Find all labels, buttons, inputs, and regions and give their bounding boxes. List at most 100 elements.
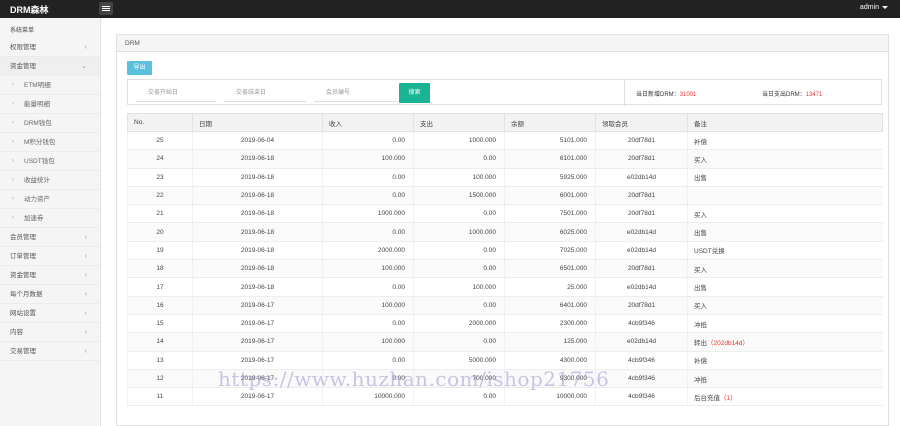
chevron-right-icon: ›	[12, 177, 14, 183]
cell-note: 出售	[687, 277, 883, 297]
sidebar-item[interactable]: › USDT钱包	[0, 152, 100, 171]
end-date-input[interactable]: 交易结束日	[224, 84, 306, 102]
chevron-down-icon: ⌄	[81, 63, 87, 70]
sidebar-item[interactable]: › 能量明细	[0, 95, 100, 114]
chevron-left-icon: ‹	[84, 253, 87, 260]
cell-date: 2019-06-18	[192, 168, 323, 187]
note-text: 买入	[694, 156, 707, 164]
cell-no: 21	[127, 204, 193, 224]
chevron-left-icon: ‹	[84, 348, 87, 355]
sidebar-item[interactable]: 交易管理 ‹	[0, 342, 100, 361]
sidebar-item[interactable]: › M积分钱包	[0, 133, 100, 152]
search-button[interactable]: 搜索	[399, 83, 430, 103]
cell-date: 2019-06-18	[192, 259, 323, 279]
table-row[interactable]: 24 2019-06-18 100.000 0.00 6101.000 20df78d1 买…	[127, 149, 883, 169]
table-row[interactable]: 20 2019-06-18 0.00 1000.000 6025.000 e02db14d…	[127, 222, 883, 242]
start-date-input[interactable]: 交易开始日	[136, 84, 216, 102]
sidebar-item[interactable]: 内容 ‹	[0, 323, 100, 342]
cell-member: 20df78d1	[595, 204, 688, 224]
sidebar-item[interactable]: › 加速券	[0, 209, 100, 228]
cell-balance: 6001.000	[504, 186, 596, 206]
table-row[interactable]: 22 2019-06-18 0.00 1500.000 6001.000 20df78d1	[127, 186, 883, 206]
top-navbar: DRM森林 admin	[0, 0, 900, 18]
table-row[interactable]: 14 2019-06-17 100.000 0.00 125.000 e02db14d 转出…	[127, 332, 883, 352]
cell-date: 2019-06-04	[192, 131, 323, 151]
cell-income: 0.00	[322, 314, 414, 334]
cell-no: 11	[127, 387, 193, 407]
chevron-right-icon: ›	[12, 215, 14, 221]
table-row[interactable]: 18 2019-06-18 100.000 0.00 6501.000 20df78d1 买…	[127, 259, 883, 279]
cell-member: 20df78d1	[595, 131, 688, 151]
cell-no: 22	[127, 186, 193, 206]
sidebar-item[interactable]: 网站设置 ‹	[0, 304, 100, 323]
cell-member: 20df78d1	[595, 296, 688, 315]
cell-expense: 100.000	[413, 168, 505, 187]
cell-date: 2019-06-18	[192, 149, 323, 169]
sidebar-item-label: 收益统计	[24, 177, 50, 184]
sidebar-item[interactable]: 订单管理 ‹	[0, 247, 100, 266]
sidebar-item[interactable]: › ETM明细	[0, 76, 100, 95]
cell-date: 2019-06-17	[192, 332, 323, 352]
sidebar-item-label: 会员管理	[10, 234, 36, 241]
cell-expense: 0.00	[413, 332, 505, 352]
note-text: 出售	[694, 285, 707, 293]
sidebar-item[interactable]: 权限管理 ‹	[0, 38, 100, 57]
note-text: 买入	[694, 266, 707, 274]
note-extra: （202db14d）	[707, 339, 749, 347]
menu-toggle-icon[interactable]	[99, 2, 113, 15]
note-text: 冲抵	[694, 321, 707, 329]
cell-no: 19	[127, 241, 193, 261]
sidebar-item[interactable]: 资金管理 ‹	[0, 266, 100, 285]
table-row[interactable]: 16 2019-06-17 100.000 0.00 6401.000 20df78d1 买…	[127, 296, 883, 315]
sidebar-item[interactable]: › 收益统计	[0, 171, 100, 190]
table-row[interactable]: 15 2019-06-17 0.00 2000.000 2300.000 4cb9f346…	[127, 314, 883, 334]
cell-no: 24	[127, 149, 193, 169]
sidebar-item[interactable]: › DRM钱包	[0, 114, 100, 133]
sidebar-item-label: 交易管理	[10, 348, 36, 355]
note-text: 出售	[694, 230, 707, 238]
cell-balance: 6401.000	[504, 296, 596, 315]
brand-title[interactable]: DRM森林	[10, 3, 49, 16]
cell-balance: 5925.000	[504, 168, 596, 187]
col-note: 备注	[687, 113, 883, 132]
col-member: 领取会员	[595, 113, 688, 132]
table-row[interactable]: 19 2019-06-18 2000.000 0.00 7025.000 e02db14d…	[127, 241, 883, 261]
export-button[interactable]: 导出	[127, 61, 152, 75]
note-text: 补偿	[694, 358, 707, 366]
chevron-left-icon: ‹	[84, 329, 87, 336]
cell-balance: 5101.000	[504, 131, 596, 151]
sidebar-item[interactable]: 会员管理 ‹	[0, 228, 100, 247]
cell-no: 20	[127, 222, 193, 242]
cell-note: 转出（202db14d）	[687, 332, 883, 352]
table-row[interactable]: 25 2019-06-04 0.00 1000.000 5101.000 20df78d1…	[127, 131, 883, 151]
sidebar-item-label: USDT钱包	[24, 158, 55, 165]
table-row[interactable]: 17 2019-06-18 0.00 100.000 25.000 e02db14d 出售	[127, 277, 883, 297]
cell-note: 买入	[687, 259, 883, 279]
sidebar-item[interactable]: 每个月数据 ‹	[0, 285, 100, 304]
cell-expense: 100.000	[413, 277, 505, 297]
cell-expense: 0.00	[413, 241, 505, 261]
cell-balance: 125.000	[504, 332, 596, 352]
cell-no: 12	[127, 369, 193, 389]
chevron-right-icon: ›	[12, 139, 14, 145]
stat-out-drm: 当日支出DRM：13471	[762, 89, 822, 98]
cell-date: 2019-06-18	[192, 204, 323, 224]
sidebar-item[interactable]: 资金管理 ⌄	[0, 57, 100, 76]
sidebar-item[interactable]: › 动力资产	[0, 190, 100, 209]
stat-out-value: 13471	[805, 92, 823, 98]
cell-expense: 1000.000	[413, 222, 505, 242]
cell-note: 出售	[687, 222, 883, 242]
cell-note: 补偿	[687, 131, 883, 151]
note-text: 冲抵	[694, 376, 707, 384]
sidebar-heading: 系统菜单	[10, 28, 35, 34]
chevron-right-icon: ›	[12, 196, 14, 202]
chevron-left-icon: ‹	[84, 291, 87, 298]
table-row[interactable]: 23 2019-06-18 0.00 100.000 5925.000 e02db14d 出…	[127, 168, 883, 187]
cell-balance: 6025.000	[504, 222, 596, 242]
member-id-input[interactable]: 会员编号	[314, 84, 398, 102]
cell-date: 2019-06-17	[192, 296, 323, 315]
cell-balance: 6501.000	[504, 259, 596, 279]
user-menu[interactable]: admin	[860, 4, 888, 11]
cell-no: 23	[127, 168, 193, 187]
table-row[interactable]: 21 2019-06-18 1000.000 0.00 7501.000 20df78d1…	[127, 204, 883, 224]
